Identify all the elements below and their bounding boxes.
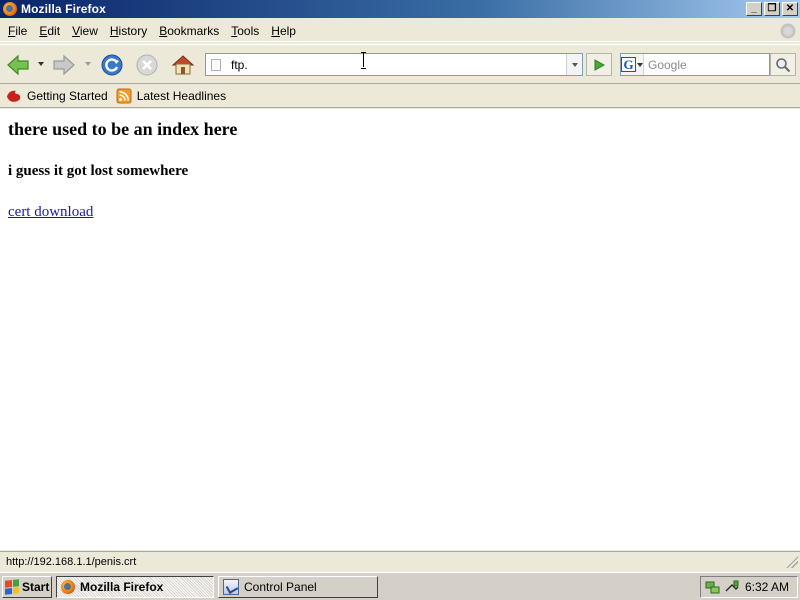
restore-button[interactable]: ❐ bbox=[764, 2, 780, 16]
url-bar[interactable] bbox=[205, 53, 583, 76]
search-bar[interactable]: G bbox=[620, 53, 800, 76]
menu-view[interactable]: View bbox=[66, 21, 104, 41]
url-history-dropdown[interactable] bbox=[566, 54, 582, 75]
page-content: there used to be an index here i guess i… bbox=[0, 109, 800, 550]
firefox-icon bbox=[6, 88, 22, 104]
go-arrow-icon bbox=[594, 58, 606, 71]
page-icon bbox=[211, 58, 221, 71]
page-heading: there used to be an index here bbox=[8, 119, 238, 139]
url-input[interactable] bbox=[231, 55, 566, 74]
control-panel-icon bbox=[223, 578, 239, 595]
menu-help[interactable]: Help bbox=[265, 21, 302, 41]
reload-icon bbox=[101, 54, 123, 76]
taskbar: Start Mozilla Firefox Control Panel 6:32… bbox=[0, 572, 800, 600]
stop-button[interactable] bbox=[134, 52, 160, 78]
minimize-button[interactable]: _ bbox=[746, 2, 762, 16]
restore-icon: ❐ bbox=[767, 3, 777, 14]
minimize-icon: _ bbox=[751, 3, 757, 14]
menu-tools[interactable]: Tools bbox=[225, 21, 265, 41]
status-bar: http://192.168.1.1/penis.crt bbox=[0, 551, 800, 572]
bookmark-latest-headlines[interactable]: Latest Headlines bbox=[116, 88, 226, 104]
reload-button[interactable] bbox=[99, 52, 125, 78]
start-button[interactable]: Start bbox=[2, 575, 52, 598]
start-label: Start bbox=[22, 579, 50, 594]
menu-bar: File Edit View History Bookmarks Tools H… bbox=[0, 20, 800, 42]
back-button[interactable] bbox=[5, 52, 31, 78]
close-icon: ✕ bbox=[785, 3, 795, 14]
search-button[interactable] bbox=[770, 53, 796, 76]
taskbar-item-label: Control Panel bbox=[244, 579, 317, 594]
safely-remove-hardware-icon[interactable] bbox=[724, 579, 740, 595]
google-g-icon: G bbox=[621, 57, 636, 72]
window-controls: _ ❐ ✕ bbox=[746, 2, 798, 16]
go-button[interactable] bbox=[586, 53, 612, 76]
system-tray: 6:32 AM bbox=[700, 576, 798, 598]
magnifier-icon bbox=[776, 57, 791, 72]
taskbar-item-control-panel[interactable]: Control Panel bbox=[218, 575, 378, 598]
menu-edit[interactable]: Edit bbox=[33, 21, 66, 41]
throbber-icon bbox=[780, 23, 796, 39]
home-button[interactable] bbox=[170, 52, 196, 78]
bookmark-label: Getting Started bbox=[27, 89, 108, 103]
windows-flag-icon bbox=[5, 578, 19, 595]
page-subheading: i guess it got lost somewhere bbox=[8, 163, 189, 179]
forward-arrow-icon bbox=[53, 54, 75, 76]
bookmark-getting-started[interactable]: Getting Started bbox=[6, 88, 108, 104]
status-text: http://192.168.1.1/penis.crt bbox=[6, 556, 137, 568]
firefox-icon bbox=[3, 2, 17, 16]
bookmarks-toolbar: Getting Started Latest Headlines bbox=[0, 85, 800, 108]
back-history-dropdown[interactable] bbox=[38, 62, 44, 66]
chevron-down-icon bbox=[637, 62, 643, 67]
title-bar[interactable]: Mozilla Firefox _ ❐ ✕ bbox=[0, 0, 800, 18]
text-cursor-icon bbox=[361, 52, 367, 69]
clock[interactable]: 6:32 AM bbox=[745, 580, 789, 594]
navigation-toolbar: G bbox=[0, 44, 800, 84]
close-button[interactable]: ✕ bbox=[782, 2, 798, 16]
rss-icon bbox=[116, 88, 132, 104]
firefox-icon bbox=[61, 579, 75, 594]
bookmark-label: Latest Headlines bbox=[136, 89, 227, 103]
search-engine-selector[interactable]: G bbox=[621, 54, 644, 75]
menu-file[interactable]: File bbox=[2, 21, 33, 41]
menu-bookmarks[interactable]: Bookmarks bbox=[153, 21, 225, 41]
taskbar-item-label: Mozilla Firefox bbox=[80, 579, 164, 594]
back-arrow-icon bbox=[7, 54, 29, 76]
cert-download-link[interactable]: cert download bbox=[8, 204, 93, 221]
stop-icon bbox=[136, 54, 158, 76]
menu-history[interactable]: History bbox=[104, 21, 153, 41]
resize-grip-icon[interactable] bbox=[786, 556, 798, 568]
window-title: Mozilla Firefox bbox=[21, 2, 106, 16]
forward-button[interactable] bbox=[51, 52, 77, 78]
network-icon[interactable] bbox=[705, 579, 721, 595]
home-icon bbox=[171, 55, 195, 75]
taskbar-item-firefox[interactable]: Mozilla Firefox bbox=[56, 575, 214, 598]
forward-history-dropdown[interactable] bbox=[85, 62, 91, 66]
